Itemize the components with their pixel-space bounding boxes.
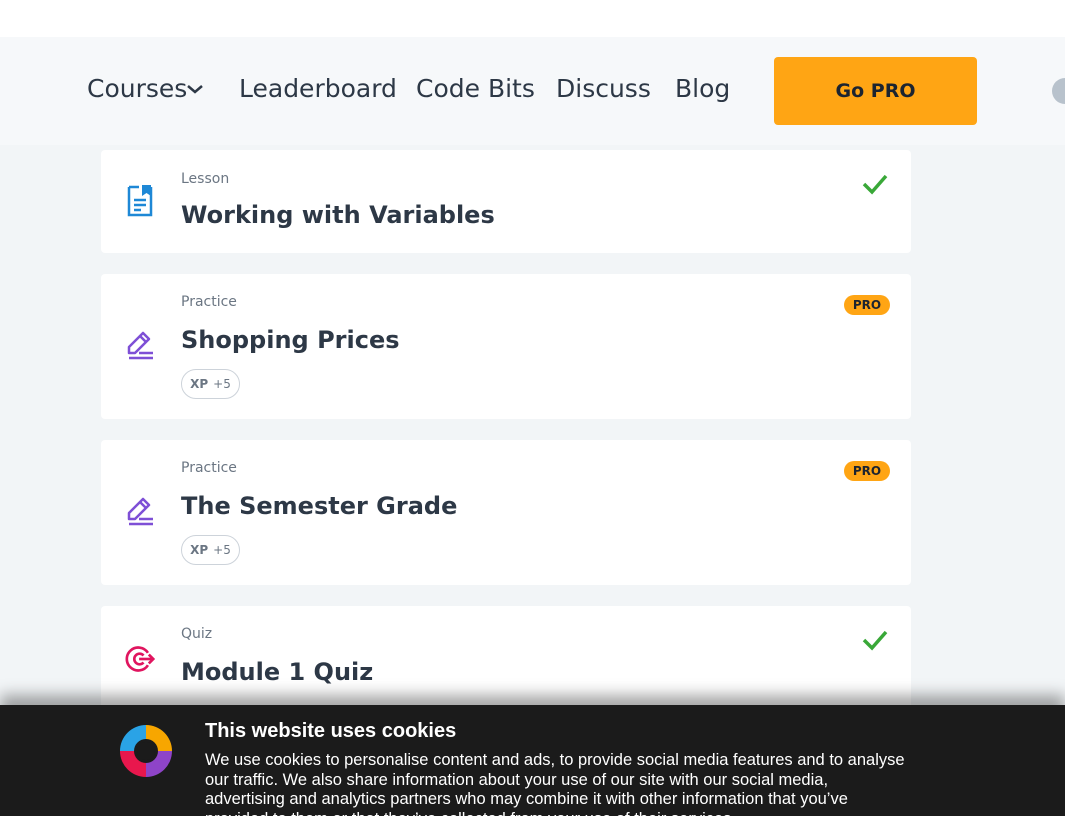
- nav-leaderboard[interactable]: Leaderboard: [239, 72, 397, 106]
- cookie-banner: This website uses cookies We use cookies…: [0, 705, 1065, 816]
- quiz-icon: [125, 646, 155, 672]
- lesson-type: Lesson: [181, 171, 230, 187]
- practice-title: The Semester Grade: [181, 492, 458, 520]
- practice-icon: [127, 497, 153, 526]
- xp-value: +5: [213, 377, 231, 391]
- xp-label: XP: [190, 543, 209, 557]
- nav-blog[interactable]: Blog: [675, 72, 730, 106]
- quiz-title: Module 1 Quiz: [181, 658, 374, 686]
- lesson-title: Working with Variables: [181, 201, 495, 229]
- check-icon: [862, 630, 888, 651]
- lesson-card[interactable]: Lesson Working with Variables: [101, 150, 911, 253]
- xp-value: +5: [213, 543, 231, 557]
- lesson-icon: [127, 185, 153, 217]
- nav-code-bits[interactable]: Code Bits: [416, 72, 535, 106]
- pro-badge: PRO: [844, 461, 890, 481]
- practice-icon: [127, 331, 153, 360]
- chevron-down-icon[interactable]: [186, 83, 204, 95]
- cookiebot-logo-icon: [120, 725, 172, 777]
- xp-pill: XP +5: [181, 535, 240, 565]
- practice-title: Shopping Prices: [181, 326, 400, 354]
- xp-label: XP: [190, 377, 209, 391]
- practice-type: Practice: [181, 294, 237, 310]
- practice-type: Practice: [181, 460, 237, 476]
- top-strip: [0, 0, 1065, 37]
- cookie-title: This website uses cookies: [205, 720, 457, 742]
- nav-courses[interactable]: Courses: [87, 72, 187, 106]
- quiz-card[interactable]: Quiz Module 1 Quiz: [101, 606, 911, 716]
- practice-card[interactable]: Practice The Semester Grade PRO XP +5: [101, 440, 911, 585]
- go-pro-button[interactable]: Go PRO: [774, 57, 977, 125]
- pro-badge: PRO: [844, 295, 890, 315]
- nav-discuss[interactable]: Discuss: [556, 72, 651, 106]
- quiz-type: Quiz: [181, 626, 213, 642]
- check-icon: [862, 174, 888, 195]
- practice-card[interactable]: Practice Shopping Prices PRO XP +5: [101, 274, 911, 419]
- xp-pill: XP +5: [181, 369, 240, 399]
- cookie-text: We use cookies to personalise content an…: [205, 751, 905, 816]
